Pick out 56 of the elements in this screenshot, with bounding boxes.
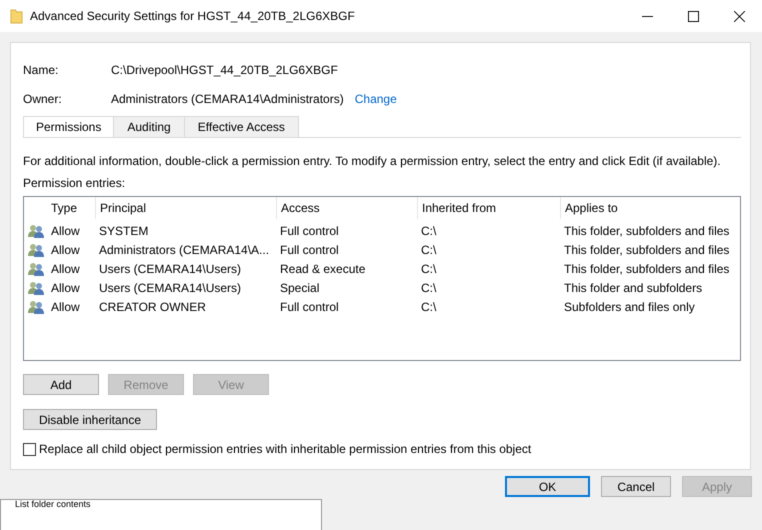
- tab[interactable]: Auditing: [113, 116, 185, 137]
- table-cell-text: Full control: [279, 242, 340, 256]
- table-cell-text: CREATOR OWNER: [98, 300, 207, 314]
- disable-inheritance-button[interactable]: Disable inheritance: [23, 409, 157, 430]
- tab[interactable]: Effective Access: [184, 116, 299, 137]
- column-header[interactable]: Inherited from: [417, 197, 560, 219]
- table-cell-text: Subfolders and files only: [563, 300, 696, 314]
- field-label: Owner:: [23, 92, 63, 106]
- table-cell-text: SYSTEM: [98, 224, 150, 238]
- column-header[interactable]: Principal: [95, 197, 276, 219]
- tab[interactable]: Permissions: [23, 116, 114, 137]
- list-label: Permission entries:: [23, 176, 126, 190]
- table-cell-text: Allow: [50, 300, 81, 314]
- field-label: Name:: [23, 62, 60, 76]
- table-cell-text: Allow: [50, 224, 81, 238]
- field-value: Administrators (CEMARA14\Administrators): [111, 92, 344, 106]
- table-cell-text: Users (CEMARA14\Users): [98, 280, 242, 294]
- table-cell-text: Allow: [50, 262, 81, 276]
- users-icon: [28, 262, 44, 276]
- table-cell-text: Full control: [279, 300, 340, 314]
- table-cell-text: This folder and subfolders: [563, 280, 704, 294]
- table-cell-text: Special: [279, 280, 320, 294]
- checkbox-label: Replace all child object permission entries with inheritable permission entries from this object: [39, 442, 532, 456]
- table-cell-text: C:\: [420, 224, 438, 238]
- change-link[interactable]: Change: [354, 92, 397, 106]
- users-icon: [28, 242, 44, 256]
- table-cell-text: This folder, subfolders and files: [563, 262, 730, 276]
- close-icon[interactable]: [734, 10, 744, 22]
- table-cell-text: C:\: [420, 280, 438, 294]
- table-cell-text: C:\: [420, 262, 438, 276]
- column-header[interactable]: Applies to: [560, 197, 740, 219]
- table-cell-text: Allow: [50, 242, 81, 256]
- table-cell-text: C:\: [420, 300, 438, 314]
- dialog-button[interactable]: Cancel: [601, 476, 671, 497]
- users-icon: [28, 224, 44, 238]
- info-text: For additional information, double-click a permission entry. To modify a permission entry, select the entry and click Edit (if available).: [23, 154, 722, 168]
- table-cell-text: Users (CEMARA14\Users): [98, 262, 242, 276]
- background-text: List folder contents: [15, 500, 92, 509]
- table-cell-text: Allow: [50, 280, 81, 294]
- table-cell-text: Full control: [279, 224, 340, 238]
- table-cell-text: This folder, subfolders and files: [563, 224, 730, 238]
- checkbox[interactable]: [23, 442, 36, 456]
- table-cell-text: Administrators (CEMARA14\A...: [98, 242, 270, 256]
- entry-button[interactable]: Add: [23, 374, 99, 395]
- field-value: C:\Drivepool\HGST_44_20TB_2LG6XBGF: [111, 62, 338, 76]
- maximize-icon[interactable]: [688, 10, 698, 22]
- users-icon: [28, 300, 44, 314]
- column-header[interactable]: Type: [47, 197, 95, 219]
- dialog-button[interactable]: OK: [505, 476, 590, 497]
- table-cell-text: C:\: [420, 242, 438, 256]
- users-icon: [28, 280, 44, 294]
- window-title: Advanced Security Settings for HGST_44_20TB_2LG6XBGF: [30, 9, 356, 23]
- table-cell-text: Read & execute: [279, 262, 366, 276]
- folder-icon: [10, 8, 23, 24]
- table-cell-text: This folder, subfolders and files: [563, 242, 730, 256]
- column-header[interactable]: Access: [276, 197, 417, 219]
